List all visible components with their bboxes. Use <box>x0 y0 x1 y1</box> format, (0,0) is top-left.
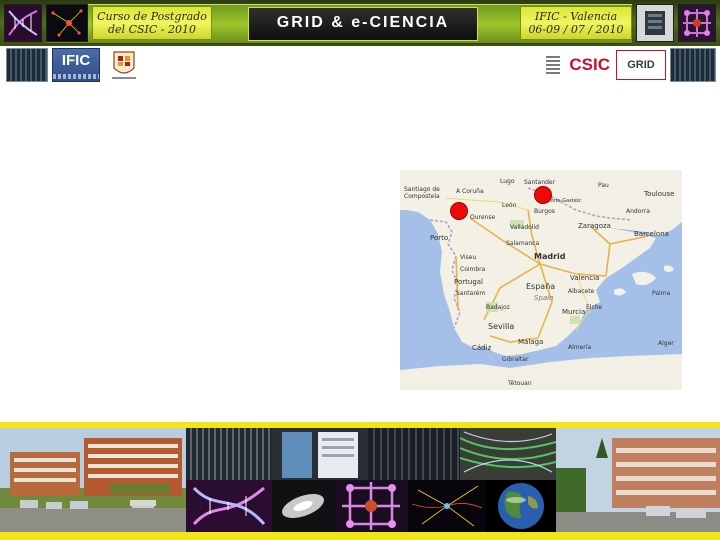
map-label-ourense: Ourense <box>470 214 496 221</box>
map-label-santiago: Santiago de Compostela <box>404 186 440 200</box>
dna-thumbnail <box>4 4 42 42</box>
map-label-almeria: Almería <box>568 344 592 351</box>
server-rack-photo <box>670 48 716 82</box>
server-thumbnail <box>636 4 674 42</box>
map-label-valencia: Valencia <box>570 274 600 282</box>
map-label-burgos: Burgos <box>534 208 555 215</box>
map-label-salamanca: Salamanca <box>506 240 540 247</box>
map-label-tetouan: Tétouan <box>508 380 532 387</box>
molecule-photo <box>334 480 408 532</box>
location-marker-cantabria[interactable] <box>534 186 552 204</box>
map-label-espana: España <box>526 282 556 291</box>
map-label-pau: Pau <box>598 182 609 189</box>
map-label-badajoz: Badajoz <box>486 304 510 311</box>
map-label-madrid: Madrid <box>534 252 566 261</box>
map-label-viseu: Viseu <box>460 254 477 261</box>
csic-logo: CSIC <box>569 55 610 74</box>
map-label-toulouse: Toulouse <box>644 190 675 198</box>
map-label-cadiz: Cádiz <box>472 344 492 352</box>
map-label-gibraltar: Gibraltar <box>502 356 529 363</box>
location-marker-galicia[interactable] <box>450 202 468 220</box>
molecule-thumbnail <box>678 4 716 42</box>
map-label-andorra: Andorra <box>626 208 650 215</box>
grid-logo-text: GRID <box>627 59 655 71</box>
galaxy-photo <box>272 480 334 532</box>
network-thumbnail <box>46 4 88 42</box>
research-building-photo <box>556 428 720 532</box>
server-room-photo-2 <box>272 428 368 480</box>
map-label-spain: Spain <box>534 294 554 302</box>
place-line-2: 06-09 / 07 / 2010 <box>528 23 624 36</box>
map-label-leon: León <box>502 202 517 209</box>
map-label-coruna: A Coruña <box>456 188 484 195</box>
institute-building-photo <box>0 428 186 532</box>
map-label-santander: Santander <box>524 179 556 186</box>
map-label-murcia: Murcia <box>562 308 586 316</box>
bottom-yellow-stripe <box>0 532 720 540</box>
grid-csic-logo: GRID <box>616 50 666 80</box>
dna-photo <box>186 480 272 532</box>
map-label-zaragoza: Zaragoza <box>578 222 611 230</box>
map-label-porto: Porto <box>430 234 449 242</box>
map-label-albacete: Albacete <box>568 288 595 295</box>
map-label-portugal: Portugal <box>454 278 483 286</box>
cabling-photo <box>460 428 556 480</box>
title-box: GRID & e-CIENCIA <box>248 7 478 41</box>
course-box: Curso de Postgrado del CSIC - 2010 <box>92 6 212 40</box>
iberia-map: Santiago de Compostela A Coruña Lugo San… <box>400 170 682 390</box>
server-room-photo-3 <box>368 428 460 480</box>
map-label-coimbra: Coimbra <box>460 266 486 273</box>
university-seal-logo <box>104 48 144 82</box>
map-label-palma: Palma <box>652 290 671 297</box>
map-label-malaga: Málaga <box>518 338 544 346</box>
course-line-2: del CSIC - 2010 <box>108 23 196 36</box>
map-label-alger: Alger <box>658 340 674 347</box>
ific-logo: IFIC <box>52 48 100 82</box>
particle-tracks-photo <box>408 480 486 532</box>
course-line-1: Curso de Postgrado <box>97 10 207 23</box>
earth-photo <box>486 480 556 532</box>
page-title: GRID & e-CIENCIA <box>276 14 450 31</box>
server-room-photo-1 <box>186 428 272 480</box>
map-label-elche: Elche <box>586 304 603 311</box>
map-label-santarem: Santarém <box>456 290 486 297</box>
place-line-1: IFIC - Valencia <box>534 10 618 23</box>
ific-logo-text: IFIC <box>61 52 91 69</box>
map-label-lugo: Lugo <box>500 178 515 185</box>
map-label-valladolid: Valladolid <box>510 224 539 231</box>
place-box: IFIC - Valencia 06-09 / 07 / 2010 <box>520 6 632 40</box>
map-label-barcelona: Barcelona <box>634 230 669 238</box>
server-rack-logo <box>6 48 48 82</box>
map-label-sevilla: Sevilla <box>488 322 515 331</box>
